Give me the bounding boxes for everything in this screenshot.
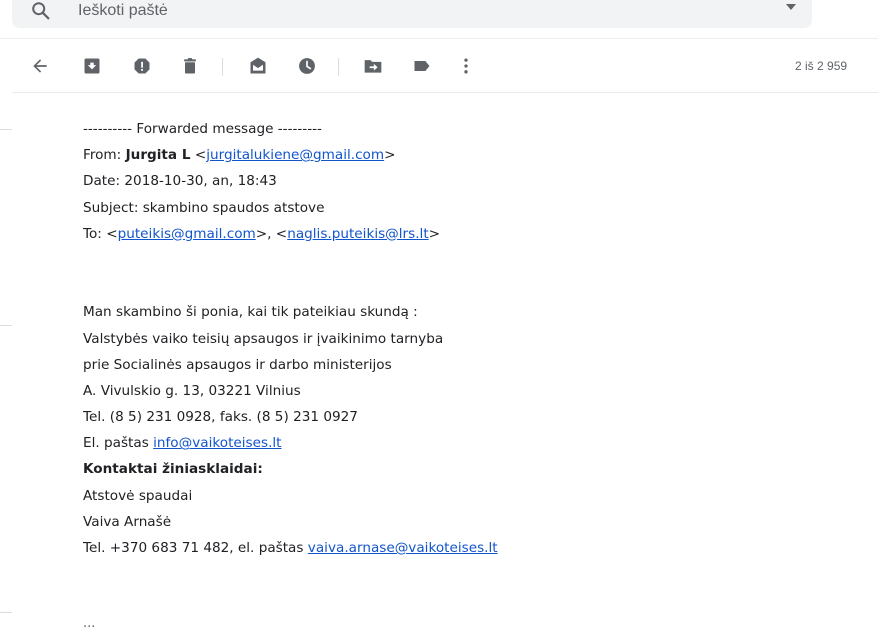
report-spam-icon: [134, 58, 150, 74]
recipient-separator: >, <: [255, 225, 288, 242]
to-label: To: <: [83, 225, 118, 242]
toolbar-divider: [222, 58, 223, 76]
press-role: Atstovė spaudai: [83, 487, 193, 504]
back-arrow-icon: [33, 59, 47, 73]
body-text: A. Vivulskio g. 13, 03221 Vilnius: [83, 382, 301, 399]
archive-button[interactable]: [78, 52, 106, 80]
body-text: Tel. (8 5) 231 0928, faks. (8 5) 231 092…: [83, 409, 358, 426]
search-options-dropdown-icon[interactable]: [786, 4, 796, 10]
toolbar-divider-line: [12, 92, 878, 93]
back-button[interactable]: [26, 52, 54, 80]
toolbar-divider: [338, 58, 339, 76]
press-contact-line: Tel. +370 683 71 482, el. paštas vaiva.a…: [83, 535, 843, 561]
search-bar[interactable]: [12, 0, 812, 28]
left-edge-divider: [0, 612, 12, 613]
search-icon[interactable]: [30, 0, 52, 22]
archive-icon: [84, 58, 100, 74]
snooze-icon: [299, 58, 315, 74]
move-to-button[interactable]: [359, 52, 387, 80]
recipient-email-link[interactable]: puteikis@gmail.com: [118, 226, 256, 242]
subject-line: Subject: skambino spaudos atstove: [83, 199, 325, 216]
more-vert-icon: [464, 58, 468, 74]
pagination-count: 2 iš 2 959: [795, 59, 848, 73]
delete-button[interactable]: [176, 52, 204, 80]
press-email-link[interactable]: vaiva.arnase@vaikoteises.lt: [308, 540, 498, 556]
bracket-close: >: [428, 225, 441, 242]
label-icon: [414, 61, 430, 71]
body-text: Man skambino ši ponia, kai tik pateikiau…: [83, 304, 418, 321]
delete-icon: [184, 58, 196, 74]
label-button[interactable]: [408, 52, 436, 80]
press-name: Vaiva Arnašė: [83, 513, 172, 530]
sender-email-link[interactable]: jurgitalukiene@gmail.com: [206, 147, 384, 163]
to-line: To: <puteikis@gmail.com>, <naglis.puteik…: [83, 221, 843, 247]
recipient-email-link[interactable]: naglis.puteikis@lrs.lt: [287, 226, 428, 242]
show-trimmed-content-button[interactable]: ...: [83, 616, 95, 631]
snooze-button[interactable]: [293, 52, 321, 80]
bracket-open: <: [190, 147, 207, 164]
left-edge-divider: [0, 129, 12, 130]
mark-unread-icon: [250, 57, 266, 74]
contacts-heading: Kontaktai žiniasklaidai:: [83, 461, 263, 478]
more-options-button[interactable]: [452, 52, 480, 80]
mark-unread-button[interactable]: [244, 52, 272, 80]
header-divider: [0, 38, 878, 39]
message-toolbar: 2 iš 2 959: [0, 48, 878, 84]
left-edge-divider: [0, 325, 12, 326]
from-label: From:: [83, 147, 126, 164]
press-contact-text: Tel. +370 683 71 482, el. paštas: [83, 540, 308, 556]
info-email-link[interactable]: info@vaikoteises.lt: [153, 435, 281, 451]
search-input[interactable]: [78, 0, 678, 23]
sender-name: Jurgita L: [125, 147, 191, 164]
forward-header: ---------- Forwarded message ---------: [83, 121, 322, 137]
move-to-icon: [364, 60, 382, 73]
from-line: From: Jurgita L <jurgitalukiene@gmail.co…: [83, 142, 843, 168]
report-spam-button[interactable]: [128, 52, 156, 80]
date-line: Date: 2018-10-30, an, 18:43: [83, 173, 277, 190]
email-line: El. paštas info@vaikoteises.lt: [83, 430, 843, 456]
email-label: El. paštas: [83, 435, 154, 452]
body-text: Valstybės vaiko teisių apsaugos ir įvaik…: [83, 330, 444, 347]
message-body: ---------- Forwarded message --------- F…: [83, 116, 843, 561]
body-text: prie Socialinės apsaugos ir darbo minist…: [83, 356, 392, 373]
bracket-close: >: [384, 147, 396, 164]
